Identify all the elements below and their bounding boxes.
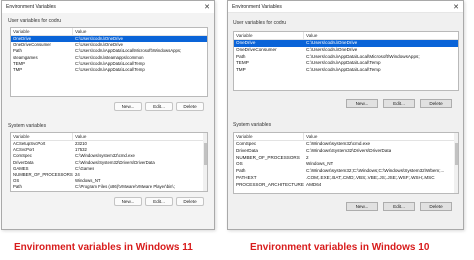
win11-system-scrollbar[interactable] — [203, 133, 207, 191]
win10-system-variable-name: PROCESSOR_ARCHITECTURE — [236, 181, 304, 187]
win10-system-list-header: Variable Value — [234, 133, 458, 141]
win11-user-vars-list[interactable]: Variable Value OneDrive C:\Users\codru\On… — [10, 27, 208, 97]
win10-env-dialog: Environment Variables ✕ User variables f… — [227, 0, 464, 230]
win10-system-row[interactable]: NUMBER_OF_PROCESSORS 2 — [234, 155, 458, 162]
win10-user-variable-name: Path — [236, 53, 246, 59]
win10-system-row[interactable]: DriverData C:\Windows\System32\Drivers\Dr… — [234, 148, 458, 155]
win11-system-variable-name: Path — [13, 184, 22, 190]
win10-user-row[interactable]: Path C:\Users\codru\AppData\Local\Microso… — [234, 54, 458, 61]
win11-user-new-button[interactable]: New... — [114, 102, 142, 111]
win11-system-vars-label: System variables — [8, 123, 47, 129]
win10-system-vars-label: System variables — [233, 122, 272, 128]
win10-system-variable-name: OS — [236, 161, 243, 167]
win11-user-variable-name: TMP — [13, 66, 23, 72]
win10-system-variable-name: DriverData — [236, 147, 258, 153]
win10-caption: Environment variables in Windows 10 — [250, 242, 430, 253]
win10-system-variable-name: ComSpec — [236, 141, 257, 146]
win10-system-vars-list[interactable]: Variable Value ComSpec C:\Windows\system3… — [233, 132, 459, 194]
win11-system-list-header: Variable Value — [11, 133, 207, 141]
win10-user-variable-value: C:\Users\codru\OneDrive — [306, 40, 358, 45]
win10-system-scroll-thumb[interactable] — [454, 143, 458, 165]
win11-window-title: Environment Variables — [6, 4, 56, 10]
win10-system-new-button[interactable]: New... — [346, 202, 378, 211]
win11-env-dialog: Environment Variables ✕ User variables f… — [1, 0, 215, 230]
win10-system-variable-value: AMD64 — [306, 181, 322, 187]
win10-user-col-value[interactable]: Value — [304, 32, 317, 39]
win10-user-col-variable[interactable]: Variable — [234, 32, 304, 39]
win10-user-variable-value: C:\Users\codru\OneDrive — [306, 46, 358, 52]
win10-system-scrollbar[interactable] — [454, 133, 458, 193]
win10-titlebar: Environment Variables ✕ — [228, 1, 463, 13]
win11-close-icon[interactable]: ✕ — [200, 1, 214, 13]
win10-user-variable-name: OneDrive — [236, 40, 256, 45]
win10-user-variable-name: OneDriveConsumer — [236, 46, 277, 52]
win11-user-delete-button[interactable]: Delete — [176, 102, 204, 111]
win10-system-row[interactable]: Path C:\Windows\system32;C:\Windows;C:\Wi… — [234, 168, 458, 175]
win10-system-edit-button[interactable]: Edit... — [383, 202, 415, 211]
win10-user-variable-value: C:\Users\codru\AppData\Local\Microsoft\W… — [306, 53, 420, 59]
win11-system-variable-value: C:\Program Files (x86)\VMware\VMware Pla… — [75, 184, 175, 190]
win10-window-title: Environment Variables — [232, 3, 282, 10]
win10-system-row[interactable]: PROCESSOR_ARCHITECTURE AMD64 — [234, 182, 458, 189]
win10-system-variable-name: NUMBER_OF_PROCESSORS — [236, 154, 300, 160]
win10-user-variable-name: TEMP — [236, 60, 249, 66]
win10-system-variable-name: PATHEXT — [236, 174, 257, 180]
win11-system-vars-list[interactable]: Variable Value ACSetupSvcPort 23210 ACSvcP… — [10, 132, 208, 192]
win10-system-variable-value: C:\Windows\system32\cmd.exe — [306, 141, 371, 146]
win10-system-variable-value: Windows_NT — [306, 161, 334, 167]
win11-caption: Environment variables in Windows 11 — [14, 242, 193, 253]
win10-user-row[interactable]: TEMP C:\Users\codru\AppData\Local\Temp — [234, 60, 458, 67]
win11-user-list-header: Variable Value — [11, 28, 207, 36]
win11-user-col-variable[interactable]: Variable — [11, 28, 73, 35]
win11-user-col-value[interactable]: Value — [73, 28, 86, 35]
win11-user-variable-value: C:\Users\codru\AppData\Local\Temp — [75, 66, 145, 72]
win11-system-col-value[interactable]: Value — [73, 133, 86, 140]
win10-user-vars-label: User variables for codru — [233, 20, 287, 26]
win10-user-row[interactable]: OneDrive C:\Users\codru\OneDrive — [234, 40, 458, 47]
win10-user-row[interactable]: OneDriveConsumer C:\Users\codru\OneDrive — [234, 47, 458, 54]
win10-user-vars-list[interactable]: Variable Value OneDrive C:\Users\codru\On… — [233, 31, 459, 91]
win10-system-variable-value: 2 — [306, 154, 309, 160]
win10-system-row[interactable]: OS Windows_NT — [234, 161, 458, 168]
win10-user-list-header: Variable Value — [234, 32, 458, 40]
win10-user-new-button[interactable]: New... — [346, 99, 378, 108]
win11-system-row[interactable]: Path C:\Program Files (x86)\VMware\VMware… — [11, 184, 207, 190]
win10-system-col-value[interactable]: Value — [304, 133, 317, 140]
win11-user-vars-label: User variables for codru — [8, 18, 62, 24]
win10-system-col-variable[interactable]: Variable — [234, 133, 304, 140]
win10-user-row[interactable]: TMP C:\Users\codru\AppData\Local\Temp — [234, 67, 458, 74]
win10-system-variable-name: Path — [236, 168, 246, 174]
win11-system-new-button[interactable]: New... — [114, 197, 142, 206]
win10-system-row[interactable]: PATHEXT .COM;.EXE;.BAT;.CMD;.VBS;.VBE;.JS… — [234, 175, 458, 182]
win11-user-edit-button[interactable]: Edit... — [145, 102, 173, 111]
win11-user-row[interactable]: TMP C:\Users\codru\AppData\Local\Temp — [11, 67, 207, 73]
win10-system-variable-value: C:\Windows\System32\Drivers\DriverData — [306, 147, 392, 153]
win11-system-scroll-thumb[interactable] — [203, 143, 207, 165]
win10-user-variable-name: TMP — [236, 67, 246, 73]
win11-system-edit-button[interactable]: Edit... — [145, 197, 173, 206]
win10-user-variable-value: C:\Users\codru\AppData\Local\Temp — [306, 67, 381, 73]
win10-system-row[interactable]: ComSpec C:\Windows\system32\cmd.exe — [234, 141, 458, 148]
win11-system-delete-button[interactable]: Delete — [176, 197, 204, 206]
win10-user-edit-button[interactable]: Edit... — [383, 99, 415, 108]
win11-system-col-variable[interactable]: Variable — [11, 133, 73, 140]
win10-system-variable-value: C:\Windows\system32;C:\Windows;C:\Window… — [306, 168, 445, 174]
win10-system-delete-button[interactable]: Delete — [420, 202, 452, 211]
win10-system-variable-value: .COM;.EXE;.BAT;.CMD;.VBS;.VBE;.JS;.JSE;.… — [306, 174, 435, 180]
win10-close-icon[interactable]: ✕ — [449, 1, 463, 13]
win10-user-variable-value: C:\Users\codru\AppData\Local\Temp — [306, 60, 381, 66]
win11-titlebar: Environment Variables ✕ — [2, 1, 214, 13]
win10-user-delete-button[interactable]: Delete — [420, 99, 452, 108]
